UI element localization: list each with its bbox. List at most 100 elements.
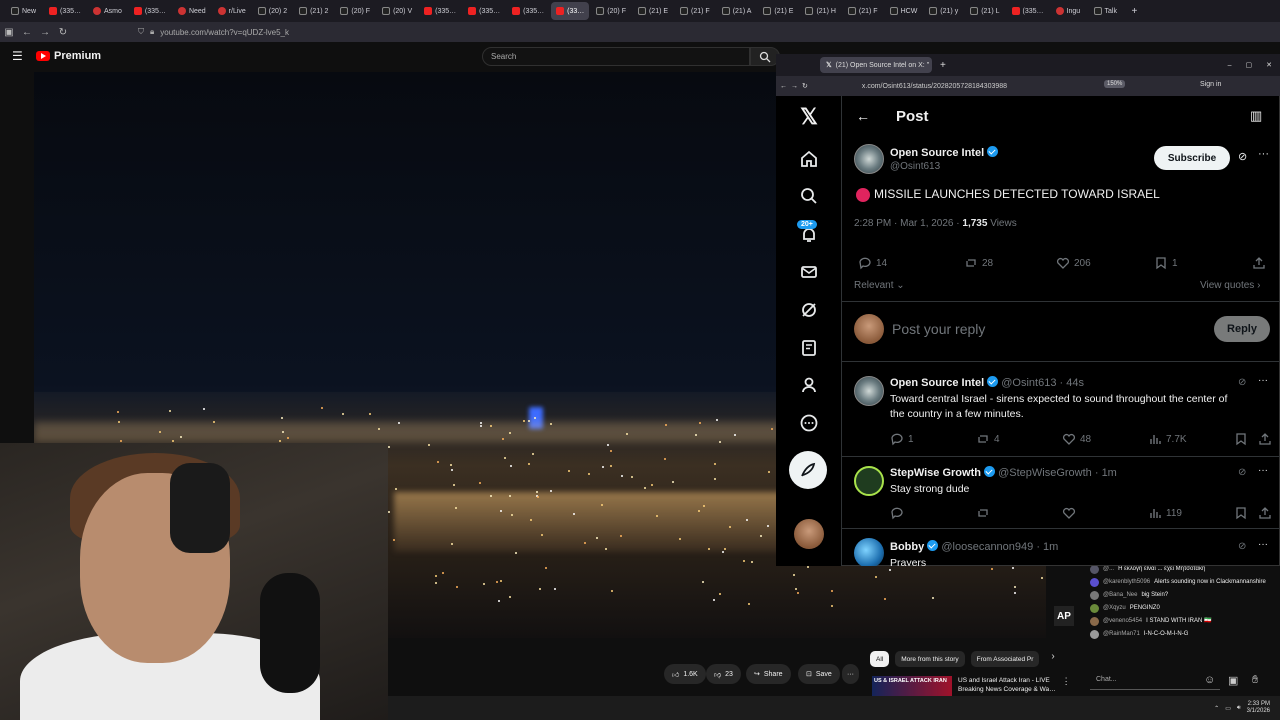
- views-action[interactable]: 119: [1148, 506, 1182, 520]
- dislike-button[interactable]: 👎︎ 23: [706, 664, 741, 684]
- back-icon[interactable]: ←: [18, 27, 36, 38]
- youtube-logo[interactable]: Premium: [36, 50, 101, 62]
- new-tab-icon[interactable]: +: [940, 60, 946, 71]
- recommended-video[interactable]: US & ISRAEL ATTACK IRAN US and Israel At…: [872, 676, 1072, 698]
- repost-action[interactable]: [976, 506, 990, 520]
- super-chat-icon[interactable]: ▣: [1228, 674, 1238, 687]
- subscribe-button[interactable]: Subscribe: [1154, 146, 1230, 170]
- home-icon[interactable]: [798, 148, 820, 170]
- back-icon[interactable]: ←: [780, 83, 787, 90]
- emoji-icon[interactable]: ☺: [1204, 674, 1215, 686]
- network-icon[interactable]: ▭: [1225, 705, 1231, 712]
- save-button[interactable]: ⊡ Save: [798, 664, 840, 684]
- zoom-badge[interactable]: 150%: [1104, 80, 1126, 88]
- browser-tab[interactable]: (21) F: [675, 2, 715, 20]
- like-button[interactable]: 👍︎ 1.6K: [664, 664, 706, 684]
- chat-input[interactable]: Chat...: [1090, 672, 1220, 690]
- post-handle[interactable]: @Osint613: [890, 161, 940, 172]
- browser-tab[interactable]: (335…: [419, 2, 461, 20]
- avatar[interactable]: [854, 144, 884, 174]
- kebab-menu-icon[interactable]: ⋮: [1062, 676, 1071, 698]
- url-text[interactable]: x.com/Osint613/status/202820572818430398…: [862, 83, 1007, 90]
- reload-icon[interactable]: ↻: [54, 27, 72, 38]
- browser-tab[interactable]: (21) A: [717, 2, 757, 20]
- grok-icon[interactable]: ⊘: [1238, 377, 1246, 388]
- minimize-icon[interactable]: –: [1228, 62, 1232, 69]
- grok-icon[interactable]: [798, 299, 820, 321]
- browser-tab[interactable]: (21) L: [965, 2, 1004, 20]
- send-icon[interactable]: ✋︎: [1252, 674, 1258, 687]
- browser-tab[interactable]: (21) E: [633, 2, 673, 20]
- menu-icon[interactable]: ☰: [12, 49, 23, 63]
- lists-icon[interactable]: [798, 337, 820, 359]
- browser-tab[interactable]: Asmo: [88, 2, 127, 20]
- browser-tab[interactable]: (20) F: [591, 2, 631, 20]
- browser-tab[interactable]: (335…: [463, 2, 505, 20]
- post-author[interactable]: Open Source Intel: [890, 146, 999, 159]
- x-window-tab[interactable]: 𝕏 (21) Open Source Intel on X: " ✕: [820, 57, 932, 73]
- more-actions-button[interactable]: ···: [842, 664, 859, 684]
- repost-action[interactable]: 4: [976, 432, 1000, 446]
- share-button[interactable]: ↪ Share: [746, 664, 791, 684]
- browser-tab-active[interactable]: (33…: [551, 2, 590, 20]
- browser-tab[interactable]: Ingu: [1051, 2, 1087, 20]
- profile-icon[interactable]: [798, 374, 820, 396]
- browser-tab[interactable]: (21) H: [800, 2, 840, 20]
- bookmark-action[interactable]: [1234, 432, 1248, 446]
- like-action[interactable]: 48: [1062, 432, 1091, 446]
- more-options-icon[interactable]: ···: [1258, 465, 1268, 476]
- browser-tab[interactable]: (20) V: [377, 2, 417, 20]
- browser-tab[interactable]: (21) F: [843, 2, 883, 20]
- bookmark-action[interactable]: 1: [1154, 256, 1178, 270]
- browser-tab[interactable]: r/Live: [213, 2, 251, 20]
- volume-icon[interactable]: 🔊︎: [1237, 705, 1241, 712]
- maximize-icon[interactable]: ▢: [1246, 61, 1253, 69]
- forward-icon[interactable]: →: [36, 27, 54, 38]
- browser-tab[interactable]: (21) 2: [294, 2, 333, 20]
- reload-icon[interactable]: ↻: [802, 82, 808, 90]
- reply-action[interactable]: 14: [858, 256, 887, 270]
- more-icon[interactable]: [798, 412, 820, 434]
- search-input[interactable]: Search: [482, 47, 750, 66]
- forward-icon[interactable]: →: [791, 83, 798, 90]
- share-action[interactable]: [1252, 256, 1266, 270]
- browser-tab[interactable]: New: [6, 2, 42, 20]
- avatar[interactable]: [854, 376, 884, 406]
- reply-input[interactable]: Post your reply: [892, 321, 985, 337]
- clock[interactable]: 2:33 PM 3/1/2026: [1247, 701, 1270, 715]
- avatar[interactable]: [854, 538, 884, 566]
- grok-icon[interactable]: ⊘: [1238, 541, 1246, 552]
- bookmark-action[interactable]: [1234, 506, 1248, 520]
- browser-tab[interactable]: Talk: [1089, 2, 1125, 20]
- view-quotes-link[interactable]: View quotes ›: [1200, 280, 1260, 291]
- sort-dropdown[interactable]: Relevant ⌄: [854, 280, 905, 291]
- new-tab-button[interactable]: +: [1127, 2, 1143, 20]
- back-arrow-icon[interactable]: ←: [856, 108, 870, 124]
- browser-tab[interactable]: (21) y: [924, 2, 963, 20]
- browser-tab[interactable]: (335…: [507, 2, 549, 20]
- more-options-icon[interactable]: ···: [1258, 539, 1268, 550]
- browser-tab[interactable]: Need: [173, 2, 211, 20]
- compose-post-button[interactable]: [789, 451, 827, 489]
- avatar[interactable]: [854, 466, 884, 496]
- browser-tab[interactable]: HCW: [885, 2, 923, 20]
- reply-action[interactable]: [890, 506, 904, 520]
- messages-icon[interactable]: [798, 261, 820, 283]
- sidebar-toggle-icon[interactable]: ▣: [0, 27, 18, 38]
- repost-action[interactable]: 28: [964, 256, 993, 270]
- close-window-icon[interactable]: ✕: [1266, 61, 1272, 69]
- grok-icon[interactable]: ⊘: [1238, 150, 1247, 163]
- share-action[interactable]: [1258, 432, 1272, 446]
- browser-tab[interactable]: (20) 2: [253, 2, 292, 20]
- chevron-right-icon[interactable]: ›: [1051, 651, 1054, 667]
- reply-button[interactable]: Reply: [1214, 316, 1270, 342]
- chevron-up-icon[interactable]: ⌃: [1214, 705, 1219, 712]
- share-action[interactable]: [1258, 506, 1272, 520]
- browser-tab[interactable]: (335…: [1007, 2, 1049, 20]
- url-bar[interactable]: ⛉ 🔒︎ youtube.com/watch?v=qUDZ-lve5_k: [132, 24, 1032, 40]
- like-action[interactable]: 206: [1056, 256, 1091, 270]
- more-options-icon[interactable]: ···: [1258, 148, 1269, 160]
- browser-tab[interactable]: (335…: [129, 2, 171, 20]
- browser-tab[interactable]: (20) F: [335, 2, 375, 20]
- chip-all[interactable]: All: [870, 651, 890, 667]
